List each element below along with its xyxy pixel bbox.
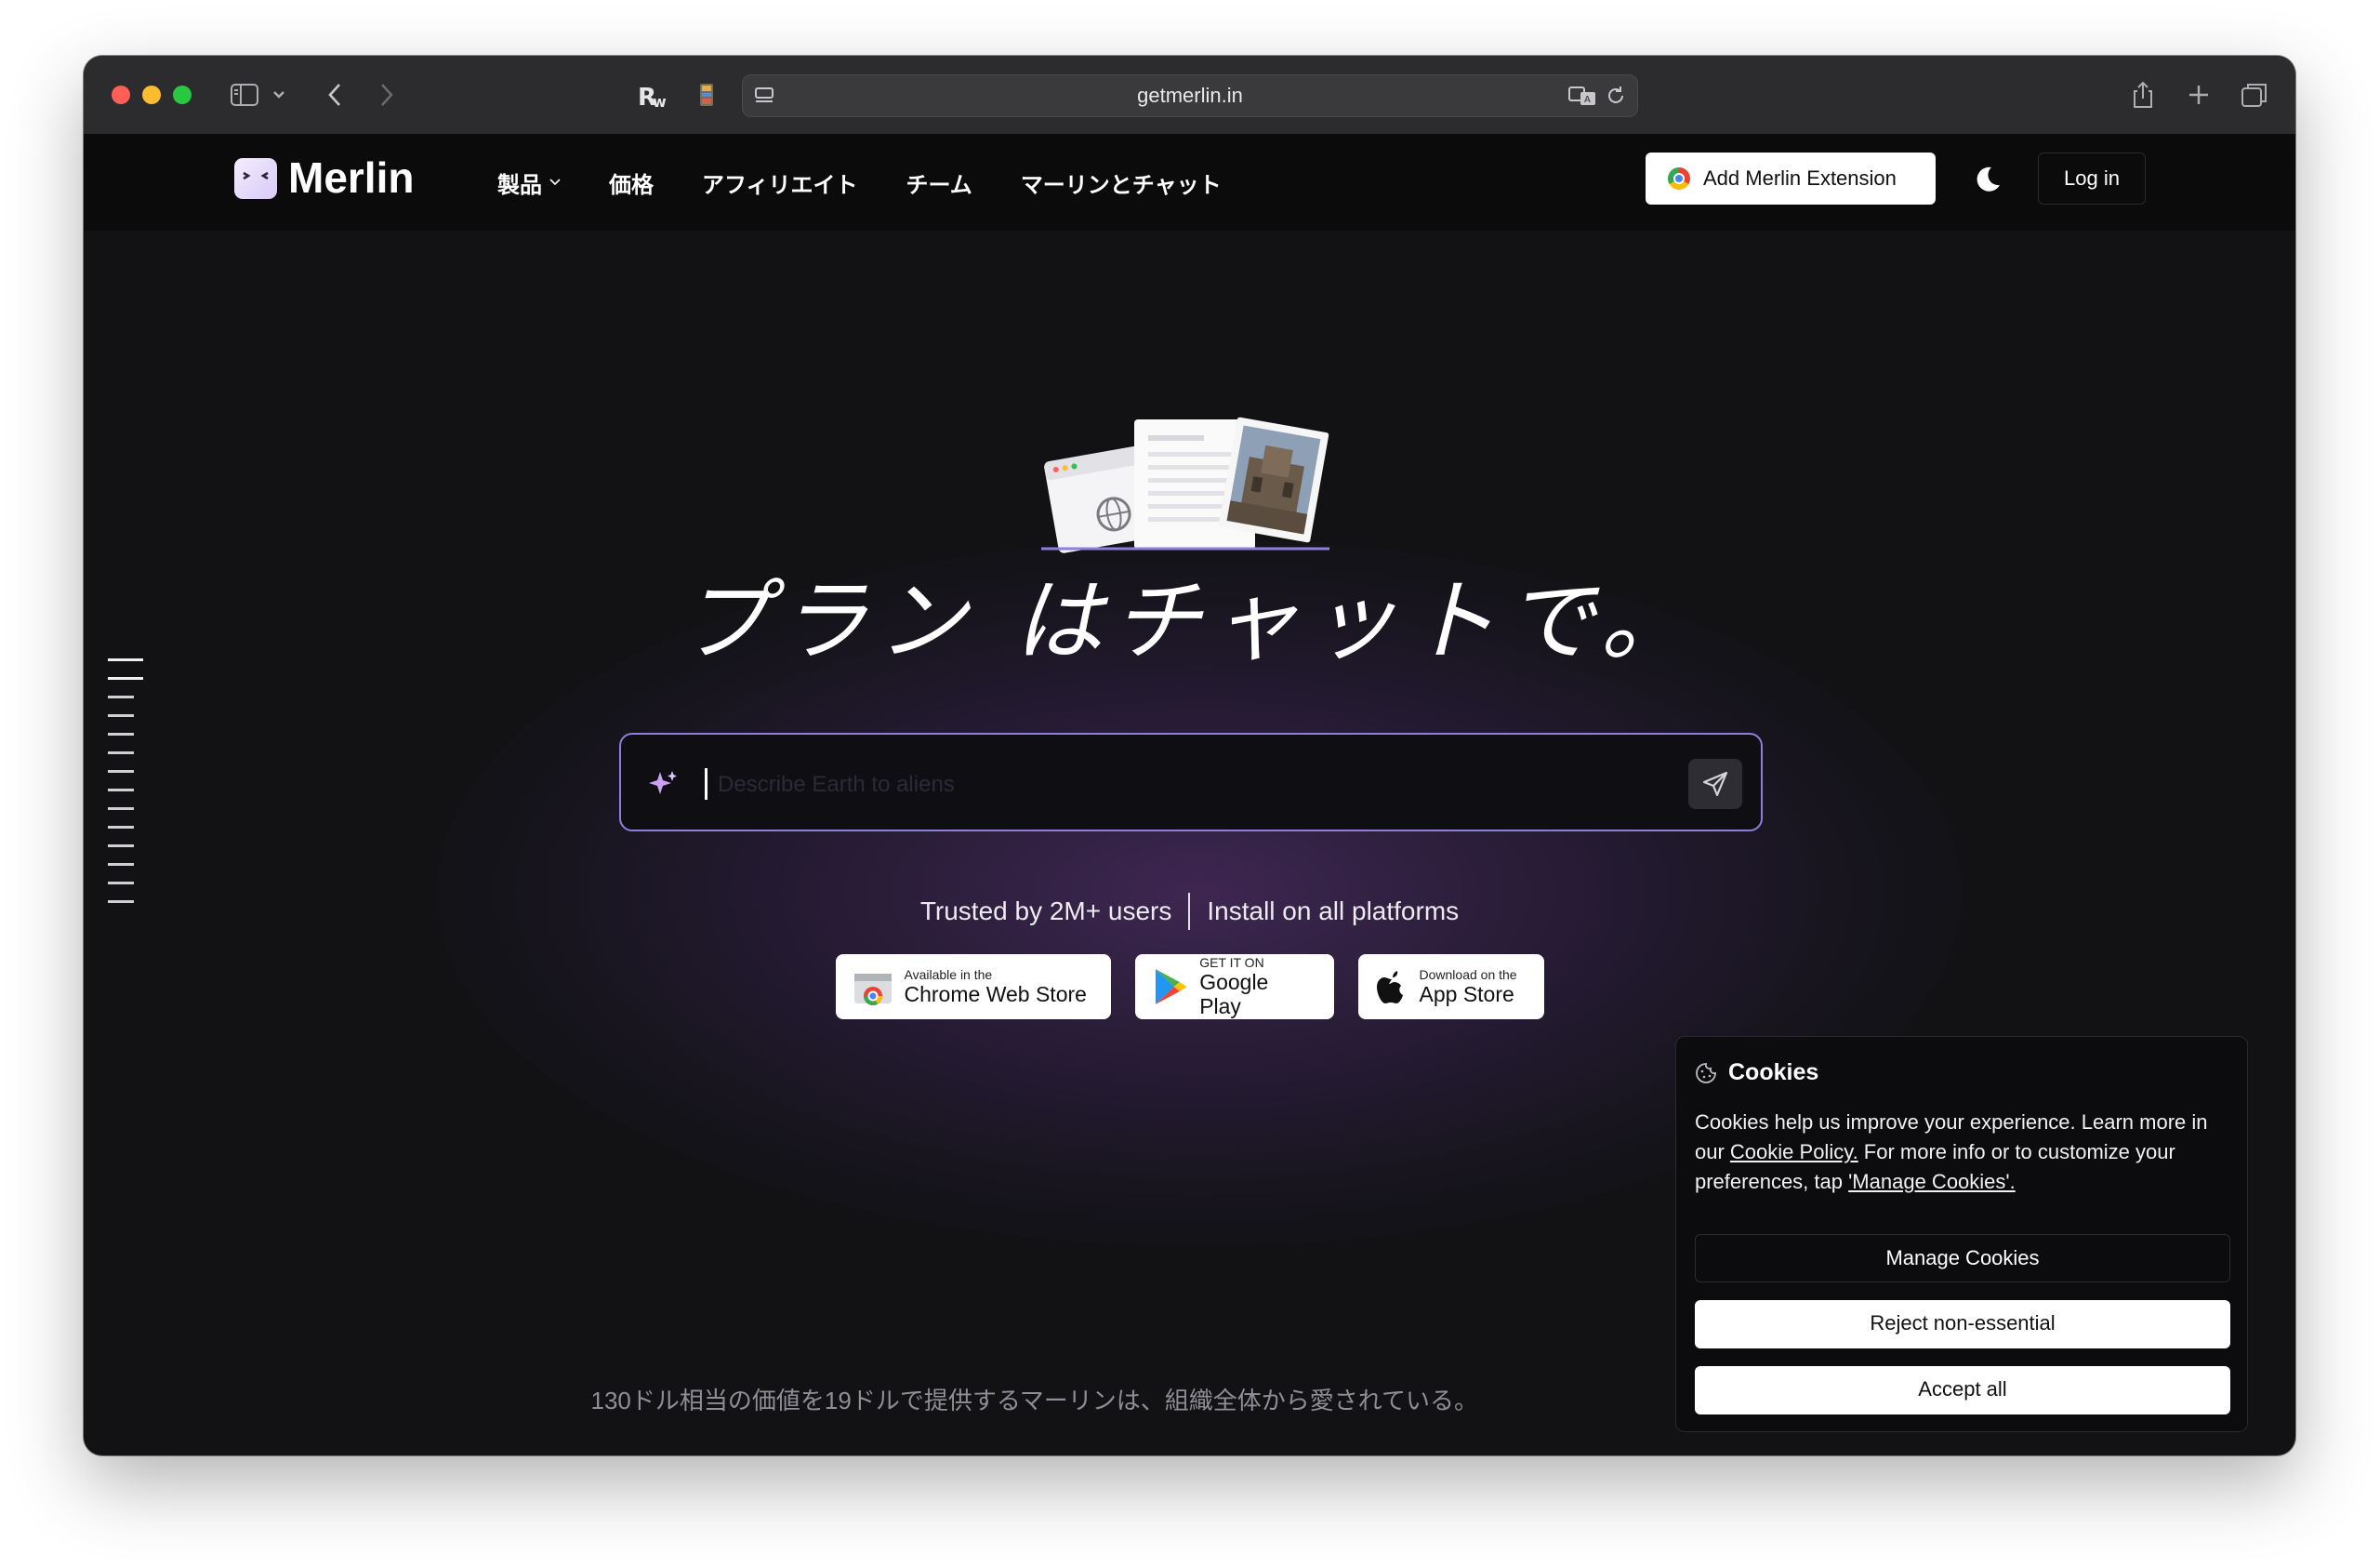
translate-icon[interactable]: A: [1567, 77, 1600, 114]
back-icon[interactable]: [324, 76, 346, 113]
close-window-button[interactable]: [112, 86, 130, 104]
share-icon[interactable]: [2129, 76, 2157, 113]
forward-icon[interactable]: [376, 76, 398, 113]
google-play-badge[interactable]: GET IT ON Google Play: [1134, 954, 1334, 1019]
google-play-icon: [1155, 969, 1187, 1004]
nav-pricing[interactable]: 価格: [609, 166, 654, 199]
nav-products[interactable]: 製品: [497, 166, 561, 199]
chrome-web-store-icon: [853, 974, 892, 1005]
platforms-text: Install on all platforms: [1207, 896, 1460, 925]
cookie-description: Cookies help us improve your experience.…: [1695, 1108, 2234, 1197]
svg-text:w: w: [653, 93, 667, 109]
main-nav: 製品 価格 アフィリエイト チーム マーリンとチャット: [497, 134, 1222, 231]
send-icon: [1702, 771, 1728, 797]
hero-illustration: [1041, 415, 1348, 564]
chevron-down-icon[interactable]: [270, 76, 288, 113]
nav-chat[interactable]: マーリンとチャット: [1021, 166, 1222, 199]
chrome-store-big: Chrome Web Store: [904, 982, 1087, 1006]
manage-cookies-button[interactable]: Manage Cookies: [1695, 1234, 2230, 1282]
cookie-banner: Cookies Cookies help us improve your exp…: [1675, 1036, 2248, 1432]
chrome-web-store-badge[interactable]: Available in the Chrome Web Store: [835, 954, 1111, 1019]
svg-text:A: A: [1584, 95, 1591, 105]
extension-icon[interactable]: [695, 76, 718, 113]
zoom-window-button[interactable]: [173, 86, 192, 104]
merlin-logo-icon[interactable]: [234, 158, 277, 199]
browser-toolbar: Rw getmerlin.in A: [84, 56, 2295, 135]
chevron-down-icon: [549, 179, 561, 186]
chrome-store-small: Available in the: [904, 967, 993, 982]
google-play-small: GET IT ON: [1199, 955, 1264, 970]
tabs-overview-icon[interactable]: [2239, 76, 2270, 113]
moon-icon[interactable]: [1971, 164, 2003, 195]
new-tab-icon[interactable]: [2185, 76, 2213, 113]
sparkle-icon: [647, 768, 679, 800]
app-store-big: App Store: [1419, 982, 1514, 1006]
app-store-small: Download on the: [1419, 967, 1517, 982]
cookie-title: Cookies: [1728, 1059, 1819, 1085]
logo-text[interactable]: Merlin: [288, 149, 414, 206]
nav-products-label: 製品: [497, 172, 542, 198]
nav-team[interactable]: チーム: [906, 166, 972, 199]
cookie-header: Cookies: [1695, 1059, 1818, 1086]
chat-input[interactable]: [716, 763, 1649, 807]
cookie-icon: [1696, 1062, 1716, 1083]
google-play-big: Google Play: [1199, 970, 1269, 1018]
reload-icon[interactable]: [1602, 77, 1630, 114]
trust-row: Trusted by 2M+ users Install on all plat…: [84, 893, 2295, 930]
readwise-icon[interactable]: Rw: [636, 76, 669, 113]
reject-cookies-button[interactable]: Reject non-essential: [1695, 1300, 2230, 1348]
section-index[interactable]: [108, 658, 143, 919]
sidebar-icon[interactable]: [228, 76, 261, 113]
divider: [1188, 893, 1191, 930]
nav-affiliate[interactable]: アフィリエイト: [702, 166, 858, 199]
chrome-icon: [1668, 167, 1690, 190]
hero-headline: プラン はチャットで。: [680, 569, 1699, 673]
minimize-window-button[interactable]: [142, 86, 161, 104]
address-bar[interactable]: getmerlin.in A: [742, 74, 1638, 117]
url-text[interactable]: getmerlin.in: [743, 75, 1637, 116]
accept-cookies-button[interactable]: Accept all: [1695, 1366, 2230, 1414]
login-button[interactable]: Log in: [2038, 153, 2146, 205]
add-extension-label: Add Merlin Extension: [1703, 166, 1897, 190]
apple-icon: [1376, 971, 1403, 1003]
site-header: Merlin 製品 価格 アフィリエイト チーム マーリンとチャット Add M…: [84, 134, 2295, 231]
manage-cookies-link[interactable]: 'Manage Cookies'.: [1848, 1170, 2016, 1193]
app-store-badge[interactable]: Download on the App Store: [1357, 954, 1544, 1019]
add-extension-button[interactable]: Add Merlin Extension: [1646, 153, 1936, 205]
tagline: 130ドル相当の価値を19ドルで提供するマーリンは、組織全体から愛されている。: [590, 1387, 1478, 1414]
browser-window: Rw getmerlin.in A Merlin 製品 価格 アフィリエイト チ…: [84, 56, 2295, 1455]
text-cursor: [705, 768, 707, 800]
send-button[interactable]: [1688, 759, 1742, 809]
chat-input-box[interactable]: [619, 733, 1763, 831]
store-badges: Available in the Chrome Web Store GET IT…: [84, 954, 2295, 1019]
cookie-policy-link[interactable]: Cookie Policy.: [1730, 1140, 1858, 1163]
trust-text: Trusted by 2M+ users: [919, 896, 1172, 925]
